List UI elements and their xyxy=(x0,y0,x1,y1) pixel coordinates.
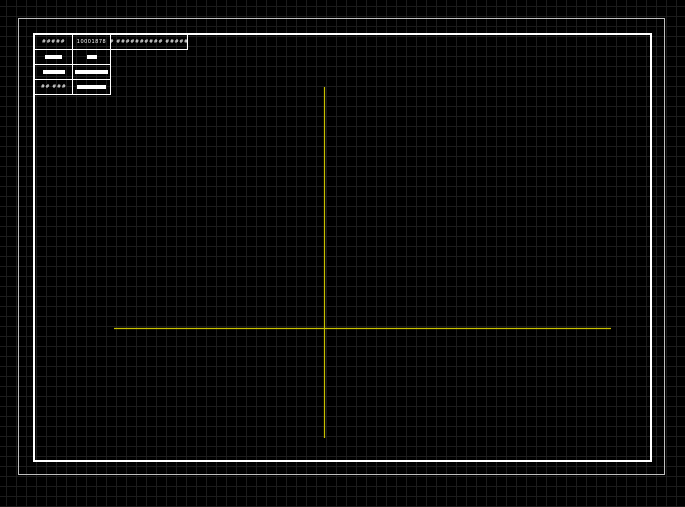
inner-drawing-border xyxy=(33,33,652,462)
redacted-text-bar xyxy=(45,55,62,59)
title-block-cell-r2c2[interactable] xyxy=(72,49,111,65)
title-block-number-cell[interactable]: 10001878 xyxy=(72,34,111,50)
redacted-text-bar xyxy=(86,55,97,59)
redacted-text-bar xyxy=(77,85,106,89)
title-block-name-cell[interactable]: ## ########## ###### xyxy=(110,34,188,50)
title-block-cell-r4c2[interactable] xyxy=(72,79,111,95)
title-block-cell-r3c2[interactable] xyxy=(72,64,111,80)
title-block-label-cell[interactable]: ##### xyxy=(34,34,73,50)
drawing-canvas[interactable]: ##### 10001878 ## ########## ###### ## #… xyxy=(0,0,685,507)
title-block-cell-r3c1[interactable] xyxy=(34,64,73,80)
title-block-cell-r4c1[interactable]: ## ### xyxy=(34,79,73,95)
redacted-text-bar xyxy=(42,70,65,74)
redacted-text-bar xyxy=(75,70,108,74)
title-block-row4-label: ## ### xyxy=(40,83,67,90)
title-block-label-text: ##### xyxy=(41,38,66,45)
drawing-number-text: 10001878 xyxy=(76,38,107,45)
title-block-cell-r2c1[interactable] xyxy=(34,49,73,65)
drawing-name-text: ## ########## ###### xyxy=(111,38,187,45)
